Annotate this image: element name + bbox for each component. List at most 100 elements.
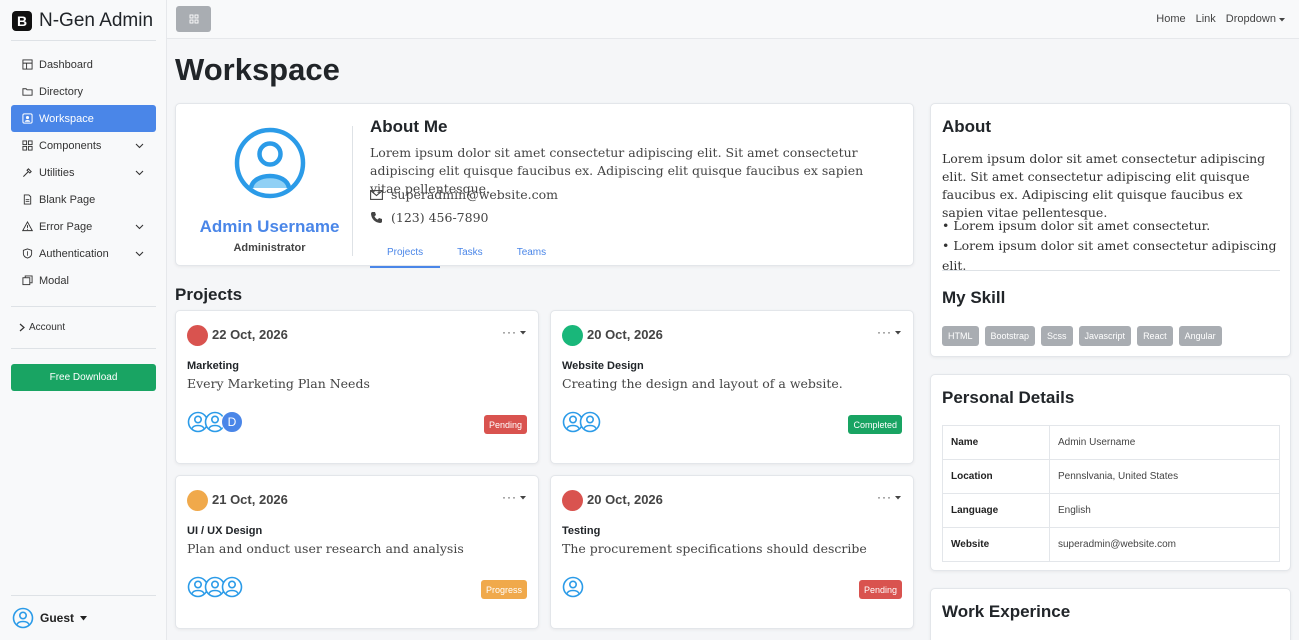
project-status-badge: Progress [480,580,527,599]
chevron-down-icon [135,224,144,230]
about-divider [942,270,1280,271]
project-card: 22 Oct, 2026 ··· Marketing Every Marketing … [175,310,539,464]
project-members: D [187,411,243,433]
skill-badge: Angular [1178,326,1222,346]
project-title: Website Design [562,360,644,372]
sidebar-item-directory[interactable]: Directory [11,78,156,105]
project-menu-button[interactable]: ··· [877,325,901,339]
sidebar-item-label: Blank Page [39,193,96,206]
sidebar: B N-Gen Admin Dashboard Directory Workspac… [0,0,167,640]
member-avatar: D [221,411,243,433]
dashboard-icon [21,59,33,71]
about-title: About [942,117,992,136]
user-avatar-icon [12,607,34,629]
skill-badge: React [1137,326,1173,346]
folder-icon [21,86,33,98]
nav-dropdown[interactable]: Dropdown [1226,13,1285,25]
sidebar-item-blank-page[interactable]: Blank Page [11,186,156,213]
tab-projects[interactable]: Projects [370,243,441,268]
page-title: Workspace [175,52,340,87]
chevron-right-icon [19,323,25,332]
sidebar-item-utilities[interactable]: Utilities [11,159,156,186]
project-menu-button[interactable]: ··· [877,490,901,504]
nav-link-home[interactable]: Home [1156,13,1185,25]
brand-logo: B [12,11,32,31]
envelope-icon [370,189,383,200]
work-experience-card: Work Experince [930,588,1291,640]
project-description: Every Marketing Plan Needs [187,376,370,391]
sidebar-item-workspace[interactable]: Workspace [11,105,156,132]
project-menu-button[interactable]: ··· [502,490,526,504]
caret-down-icon [520,330,526,335]
profile-card: Admin Username Administrator About Me Lo… [175,103,914,268]
member-avatar-icon [562,576,584,598]
sidebar-item-label: Error Page [39,220,93,233]
brand-name: N-Gen Admin [39,10,154,31]
email-text: superadmin@website.com [391,187,558,202]
user-name: Guest [40,611,75,625]
sidebar-item-label: Modal [39,274,69,287]
project-title: UI / UX Design [187,525,263,537]
project-date: 20 Oct, 2026 [587,492,663,507]
sidebar-divider [11,306,156,307]
nav-dropdown-label: Dropdown [1225,13,1276,25]
tab-teams[interactable]: Teams [500,243,563,268]
table-row: Location Pennslvania, United States [942,459,1280,494]
caret-down-icon [895,495,901,500]
sidebar-item-dashboard[interactable]: Dashboard [11,51,156,78]
contact-email: superadmin@website.com [370,187,558,202]
grid-icon [189,14,198,24]
sidebar-divider [11,348,156,349]
detail-key: Location [942,459,1050,494]
project-description: Plan and onduct user research and analys… [187,541,464,556]
free-download-button[interactable]: Free Download [11,364,156,391]
file-icon [21,194,33,206]
table-row: Language English [942,493,1280,528]
skill-badge: Scss [1041,326,1073,346]
warning-icon [21,221,33,233]
user-menu[interactable]: Guest [12,607,88,629]
phone-text: (123) 456-7890 [391,210,489,225]
nav-link-link[interactable]: Link [1196,13,1216,25]
table-row: Name Admin Username [942,425,1280,460]
sidebar-item-modal[interactable]: Modal [11,267,156,294]
project-members [562,411,601,433]
brand[interactable]: B N-Gen Admin [12,10,153,32]
workspace-icon [21,113,33,125]
chevron-down-icon [135,170,144,176]
project-menu-button[interactable]: ··· [502,325,526,339]
project-date: 21 Oct, 2026 [212,492,288,507]
account-toggle[interactable]: Account [18,322,65,333]
about-list: Lorem ipsum dolor sit amet consectetur.L… [942,216,1290,276]
sidebar-item-label: Authentication [39,247,109,260]
project-status-dot [562,325,583,346]
components-icon [21,140,33,152]
about-text: Lorem ipsum dolor sit amet consectetur a… [942,151,1266,220]
project-description: The procurement specifications should de… [562,541,867,556]
project-members [187,576,243,598]
sidebar-divider [11,595,156,596]
tab-tasks[interactable]: Tasks [440,243,500,268]
project-members [562,576,584,598]
table-row: Website superadmin@website.com [942,527,1280,562]
sidebar-nav: Dashboard Directory Workspace Components Uti… [11,51,156,294]
project-status-badge: Completed [848,415,902,434]
member-avatar-icon [221,576,243,598]
project-status-dot [187,325,208,346]
profile-role: Administrator [233,242,306,254]
project-card: 21 Oct, 2026 ··· UI / UX Design Plan and on… [175,475,539,629]
sidebar-item-error-page[interactable]: Error Page [11,213,156,240]
about-me-title: About Me [370,117,448,136]
sidebar-toggle-button[interactable] [176,6,211,32]
shield-icon [21,248,33,260]
sidebar-item-authentication[interactable]: Authentication [11,240,156,267]
skill-badge: Javascript [1078,326,1132,346]
profile-tabs: Projects Tasks Teams [370,243,563,268]
detail-key: Language [942,493,1050,528]
project-description: Creating the design and layout of a webs… [562,376,843,391]
sidebar-item-components[interactable]: Components [11,132,156,159]
top-navigation: Home Link Dropdown [1156,13,1285,25]
profile-divider [352,126,353,256]
project-date: 22 Oct, 2026 [212,327,288,342]
project-card: 20 Oct, 2026 ··· Website Design Creating th… [550,310,914,464]
